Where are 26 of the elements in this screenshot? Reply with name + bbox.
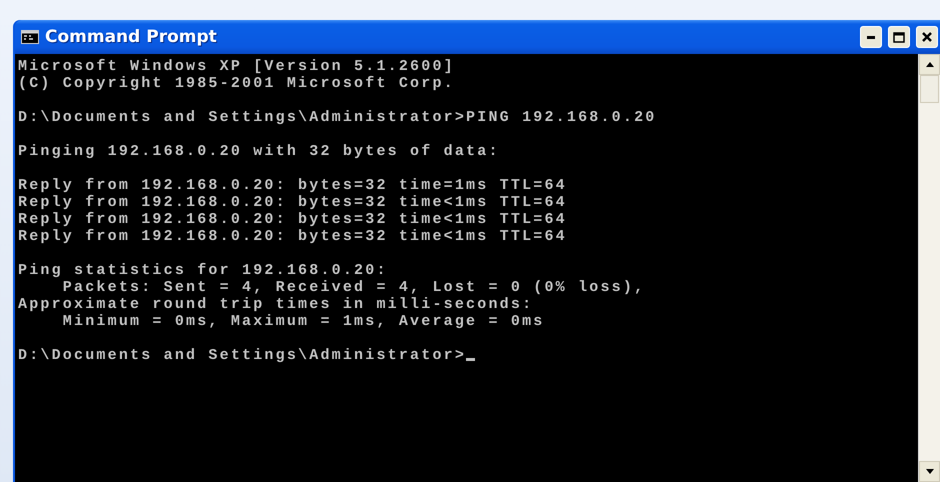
window-title: Command Prompt xyxy=(45,27,218,47)
console-line: Reply from 192.168.0.20: bytes=32 time<1ms TTL=64 xyxy=(18,228,568,245)
console-line: Ping statistics for 192.168.0.20: xyxy=(18,262,389,279)
close-button[interactable] xyxy=(916,26,938,48)
up-arrow-icon xyxy=(926,62,934,67)
down-arrow-icon xyxy=(926,469,934,474)
maximize-icon xyxy=(893,32,905,42)
console-line: Reply from 192.168.0.20: bytes=32 time<1ms TTL=64 xyxy=(18,211,568,228)
scroll-thumb[interactable] xyxy=(920,75,939,103)
console-line: Packets: Sent = 4, Received = 4, Lost = 0 (0% loss), xyxy=(62,279,646,296)
close-icon xyxy=(922,32,932,42)
console-line: D:\Documents and Settings\Administrator> xyxy=(18,347,915,364)
maximize-button[interactable] xyxy=(888,26,910,48)
minimize-button[interactable] xyxy=(860,26,882,48)
console-line: Microsoft Windows XP [Version 5.1.2600] xyxy=(18,58,456,75)
console-line: Approximate round trip times in milli-seconds: xyxy=(18,296,534,313)
console-icon xyxy=(21,30,39,44)
minimize-icon xyxy=(867,36,875,38)
console-line: Pinging 192.168.0.20 with 32 bytes of data: xyxy=(18,143,501,160)
console-line: D:\Documents and Settings\Administrator>PING 192.168.0.20 xyxy=(18,109,658,126)
scroll-up-button[interactable] xyxy=(919,54,940,75)
console-line: Reply from 192.168.0.20: bytes=32 time<1ms TTL=64 xyxy=(18,194,568,211)
console-line: (C) Copyright 1985-2001 Microsoft Corp. xyxy=(18,75,456,92)
scroll-down-button[interactable] xyxy=(919,461,940,482)
console-line: Minimum = 0ms, Maximum = 1ms, Average = 0ms xyxy=(62,313,546,330)
console-line: Reply from 192.168.0.20: bytes=32 time=1ms TTL=64 xyxy=(18,177,568,194)
